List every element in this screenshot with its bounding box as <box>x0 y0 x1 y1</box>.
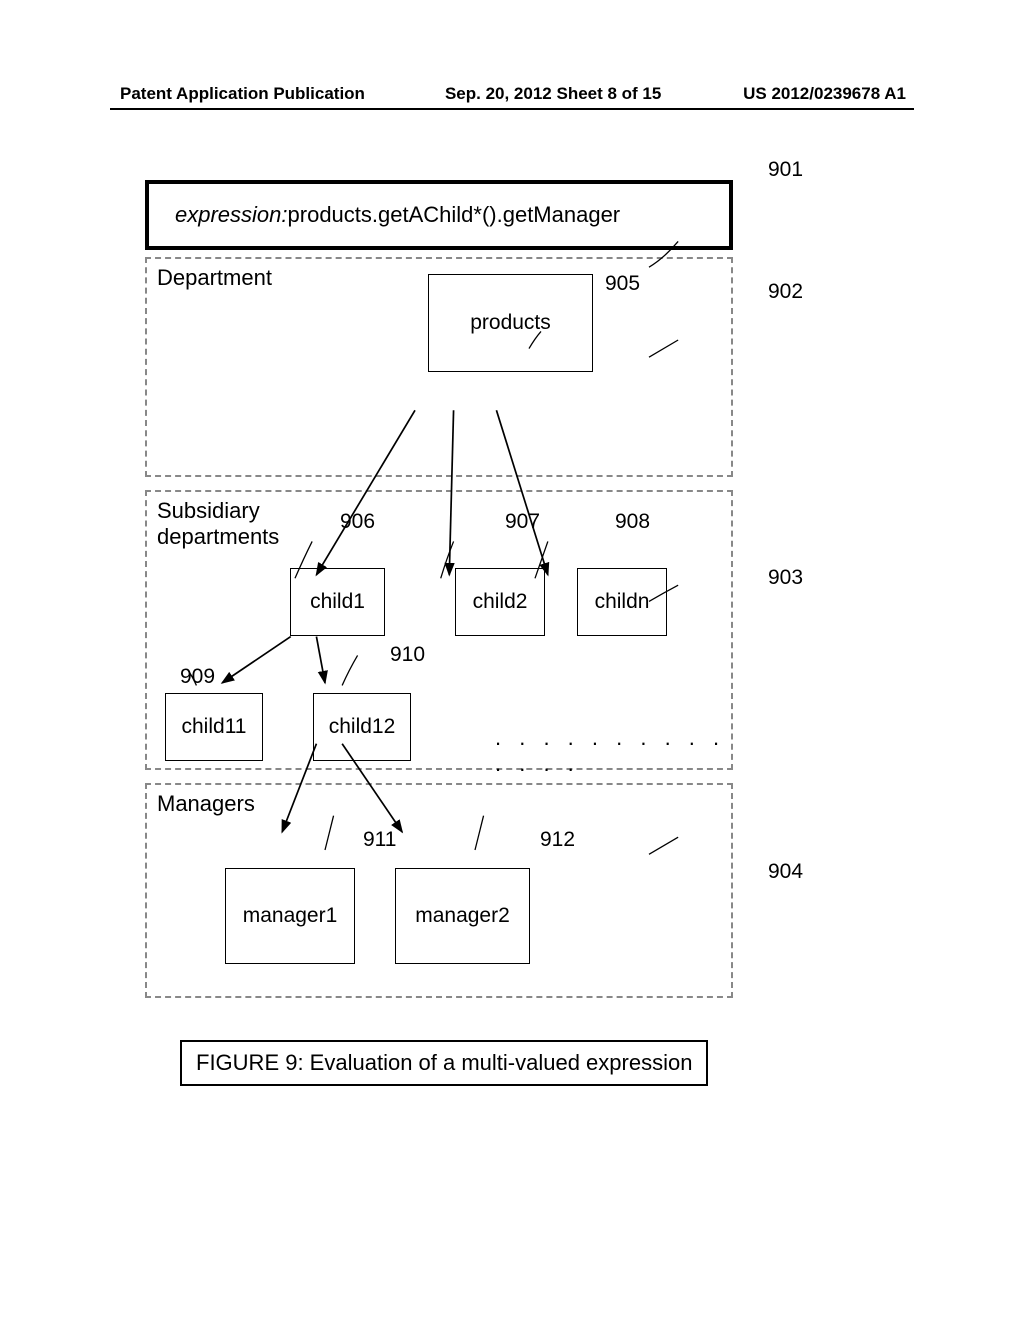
node-manager2: manager2 <box>395 868 530 964</box>
group-department-label: Department <box>157 265 272 291</box>
expression-value: products.getAChild*().getManager <box>288 202 621 228</box>
figure-caption: FIGURE 9: Evaluation of a multi-valued e… <box>180 1040 708 1086</box>
node-childn: childn <box>577 568 667 636</box>
ref-902: 902 <box>768 280 803 304</box>
ref-911: 911 <box>363 828 396 852</box>
node-child2: child2 <box>455 568 545 636</box>
ref-906: 906 <box>340 510 375 534</box>
header-left: Patent Application Publication <box>120 84 365 104</box>
ellipsis: . . . . . . . . . . . . . . <box>495 725 745 777</box>
ref-907: 907 <box>505 510 540 534</box>
node-child12: child12 <box>313 693 411 761</box>
header-center: Sep. 20, 2012 Sheet 8 of 15 <box>365 84 743 104</box>
expression-label: expression: <box>175 202 288 228</box>
group-subsidiary-label: Subsidiary departments <box>157 498 277 550</box>
page-header: Patent Application Publication Sep. 20, … <box>0 84 1024 104</box>
node-products-label: products <box>470 311 551 335</box>
node-products: products <box>428 274 593 372</box>
node-manager1-label: manager1 <box>243 904 338 928</box>
node-child2-label: child2 <box>473 590 528 614</box>
node-child12-label: child12 <box>329 715 396 739</box>
node-manager2-label: manager2 <box>415 904 510 928</box>
header-right: US 2012/0239678 A1 <box>743 84 906 104</box>
ref-903: 903 <box>768 566 803 590</box>
ref-905: 905 <box>605 272 640 296</box>
node-childn-label: childn <box>595 590 650 614</box>
node-child1: child1 <box>290 568 385 636</box>
node-child11-label: child11 <box>182 715 247 739</box>
group-managers-label: Managers <box>157 791 255 817</box>
header-rule <box>110 108 914 110</box>
ref-909: 909 <box>180 665 215 689</box>
ref-912: 912 <box>540 828 575 852</box>
ref-904: 904 <box>768 860 803 884</box>
node-child1-label: child1 <box>310 590 365 614</box>
ref-908: 908 <box>615 510 650 534</box>
ref-910: 910 <box>390 643 425 667</box>
figure-9: expression: products.getAChild*().getMan… <box>145 180 745 1100</box>
expression-box: expression: products.getAChild*().getMan… <box>145 180 733 250</box>
node-manager1: manager1 <box>225 868 355 964</box>
ref-901: 901 <box>768 158 803 182</box>
node-child11: child11 <box>165 693 263 761</box>
